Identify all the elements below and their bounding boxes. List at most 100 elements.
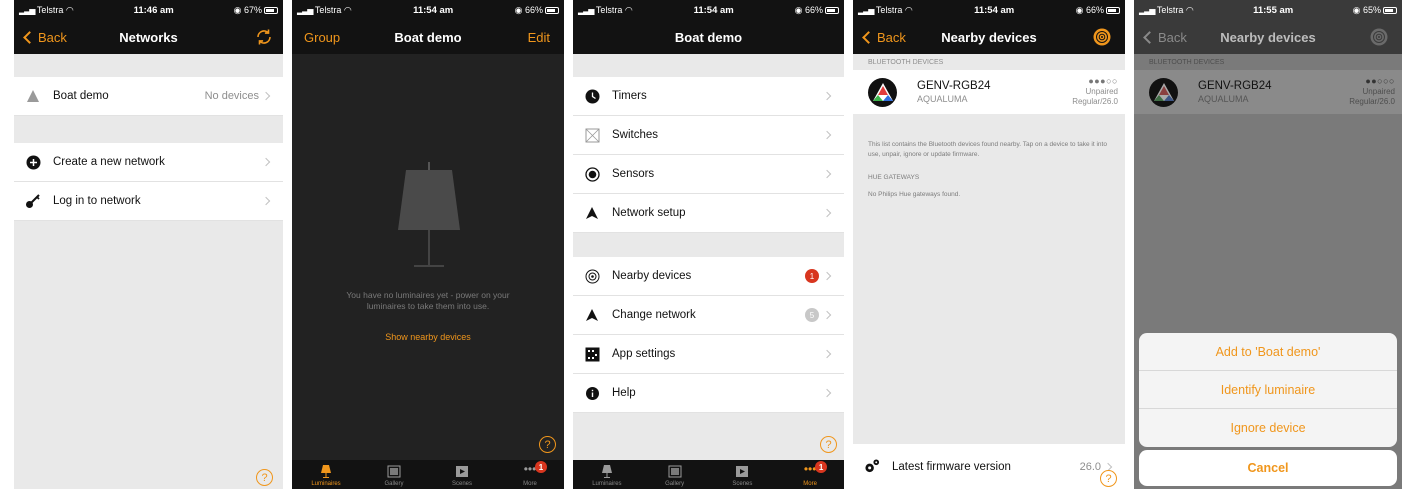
help-glyph: ? [544,438,551,451]
chevron-right-icon [261,196,271,206]
screen-boat-demo-luminaires: ▂▃▅ Telstra ◠ 11:54 am ◉ 66% Group Boat … [292,0,564,489]
cancel-button[interactable]: Cancel [1139,450,1397,486]
network-name: Boat demo [53,90,109,102]
radar-icon [1370,28,1388,46]
status-bar: ▂▃▅ Telstra ◠ 11:54 am ◉ 66% [292,0,564,20]
add-to-network-button[interactable]: Add to 'Boat demo' [1139,333,1397,371]
tab-label: Luminaires [311,481,341,487]
screen-nearby-devices: ▂▃▅ Telstra ◠ 11:54 am ◉ 66% Back Nearby… [853,0,1125,489]
tab-gallery[interactable]: Gallery [650,465,700,487]
chevron-right-icon [822,91,832,101]
show-nearby-link[interactable]: Show nearby devices [292,332,564,342]
menu-item-switches[interactable]: Switches [573,116,844,155]
signal-icon: ▂▃▅ [297,5,314,15]
ignore-device-button[interactable]: Ignore device [1139,409,1397,447]
tab-more[interactable]: ••• More 1 [785,461,835,487]
page-title: Networks [119,29,178,45]
network-row-boat-demo[interactable]: Boat demo No devices [14,77,283,116]
device-row[interactable]: GENV-RGB24 AQUALUMA ●●○○○ Unpaired Regul… [1134,70,1402,114]
chevron-left-icon [23,30,36,44]
back-label: Back [1158,29,1187,45]
menu-item-sensors[interactable]: Sensors [573,155,844,194]
section-header-bluetooth: BLUETOOTH DEVICES [868,58,944,66]
scan-button[interactable] [1370,20,1388,54]
help-button[interactable]: ? [539,436,556,453]
edit-button[interactable]: Edit [528,20,550,54]
menu-item-app-settings[interactable]: App settings [573,335,844,374]
battery-label: 65% [1362,4,1381,15]
firmware-row[interactable]: Latest firmware version 26.0 [853,444,1125,489]
menu-item-network-setup[interactable]: Network setup [573,194,844,233]
battery-label: 66% [524,4,543,15]
tab-more[interactable]: ••• More 1 [505,461,555,487]
tab-scenes[interactable]: Scenes [717,465,767,487]
scenes-icon [456,466,468,477]
page-title: Nearby devices [941,29,1037,45]
chevron-left-icon [862,30,875,44]
help-button[interactable]: ? [820,436,837,453]
switch-icon [584,127,600,143]
chevron-right-icon [822,169,832,179]
signal-icon: ▂▃▅ [578,5,595,15]
lamp-icon [321,465,331,478]
identify-luminaire-button[interactable]: Identify luminaire [1139,371,1397,409]
alarm-icon: ◉ [1352,4,1361,15]
gears-icon [864,459,880,475]
status-time: 11:46 am [133,4,174,16]
back-button[interactable]: Back [1142,20,1187,54]
hue-status-text: No Philips Hue gateways found. [868,191,961,198]
tab-label: Gallery [665,481,685,487]
battery-icon [1106,6,1120,14]
wifi-icon: ◠ [343,4,352,15]
battery-label: 66% [1085,4,1104,15]
refresh-icon [257,29,271,45]
section-header-hue: HUE GATEWAYS [868,174,920,181]
device-logo-icon [1149,77,1178,107]
back-button[interactable]: Back [22,20,67,54]
menu-label: Sensors [612,168,655,180]
refresh-button[interactable] [255,20,273,54]
device-logo-icon [868,77,897,107]
signal-icon: ▂▃▅ [858,5,875,15]
alarm-icon: ◉ [233,4,242,15]
help-button[interactable]: ? [256,469,273,486]
tab-bar: Luminaires Gallery Scenes ••• More 1 [573,460,844,489]
menu-item-change-network[interactable]: Change network 5 [573,296,844,335]
help-button[interactable]: ? [1100,470,1117,487]
device-name: GENV-RGB24 [917,80,991,92]
nav-bar: Back Nearby devices [1134,20,1402,54]
menu-item-help[interactable]: Help [573,374,844,413]
network-icon [25,88,41,104]
menu-item-nearby-devices[interactable]: Nearby devices 1 [573,257,844,296]
back-button[interactable]: Back [861,20,906,54]
tab-scenes[interactable]: Scenes [437,465,487,487]
signal-strength-icon: ●●○○○ [1365,76,1395,86]
menu-item-timers[interactable]: Timers [573,77,844,116]
signal-strength-icon: ●●●○○ [1088,76,1118,86]
menu-label: Switches [612,129,659,141]
tab-gallery[interactable]: Gallery [369,465,419,487]
device-version: Regular/26.0 [1349,97,1395,106]
chevron-right-icon [822,130,832,140]
create-network-label: Create a new network [53,156,165,168]
status-time: 11:54 am [413,4,454,16]
alarm-icon: ◉ [1075,4,1084,15]
network-icon [584,205,600,221]
login-network-row[interactable]: Log in to network [14,182,283,221]
tab-luminaires[interactable]: Luminaires [301,465,351,487]
action-sheet: Add to 'Boat demo' Identify luminaire Ig… [1139,333,1397,447]
status-time: 11:54 am [974,4,1015,16]
tab-label: Scenes [451,481,472,487]
scan-button[interactable] [1093,20,1111,54]
tab-luminaires[interactable]: Luminaires [582,465,632,487]
signal-icon: ▂▃▅ [19,5,36,15]
help-glyph: ? [1105,472,1112,485]
device-name: GENV-RGB24 [1198,80,1272,92]
device-meta: ●●○○○ Unpaired Regular/26.0 [1349,76,1395,108]
battery-icon [825,6,839,14]
device-row[interactable]: GENV-RGB24 AQUALUMA ●●●○○ Unpaired Regul… [853,70,1125,114]
create-network-row[interactable]: Create a new network [14,143,283,182]
status-bar: ▂▃▅ Telstra ◠ 11:46 am ◉ 67% [14,0,283,20]
group-button[interactable]: Group [304,20,340,54]
carrier-label: Telstra [36,4,64,15]
